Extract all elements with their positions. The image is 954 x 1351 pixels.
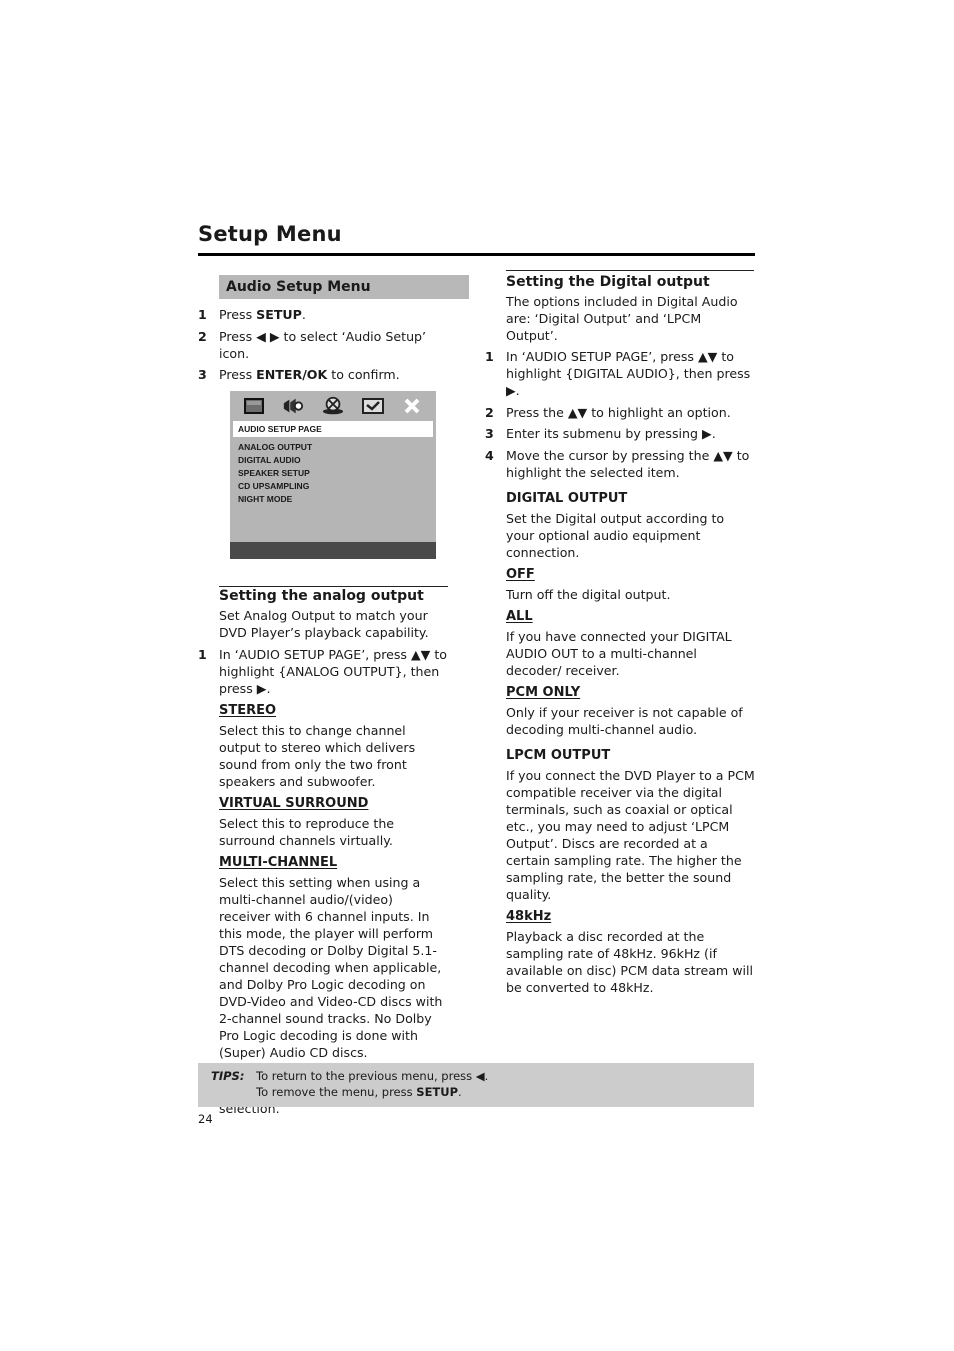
digital-heading: Setting the Digital output [506, 274, 710, 290]
analog-heading: Setting the analog output [219, 588, 424, 604]
preference-icon [361, 397, 384, 415]
step-item: 1 In ‘AUDIO SETUP PAGE’, press ▲▼ to hig… [485, 348, 755, 399]
option-desc: Select this to reproduce the surround ch… [219, 816, 395, 848]
audio-setup-heading: Audio Setup Menu [219, 275, 469, 299]
osd-page-label: AUDIO SETUP PAGE [233, 421, 433, 437]
option-heading-virtual-surround: VIRTUAL SURROUND [219, 796, 369, 811]
step-item: 4 Move the cursor by pressing the ▲▼ to … [485, 447, 755, 481]
step-text: Enter its submenu by pressing ▶. [506, 426, 716, 441]
step-text-part: to confirm. [327, 367, 400, 382]
speakers-icon [282, 397, 304, 415]
step-text: Press ◀ ▶ to select ‘Audio Setup’ icon. [219, 328, 427, 361]
option-desc: Playback a disc recorded at the sampling… [506, 928, 753, 995]
step-number: 2 [485, 404, 494, 420]
section-divider [506, 270, 754, 271]
tip-text-part: . [458, 1085, 462, 1099]
exit-x-icon [401, 397, 423, 415]
option-heading-off: OFF [506, 566, 535, 582]
step-text: Press ENTER/OK to confirm. [219, 366, 448, 383]
step-number: 2 [198, 328, 207, 344]
option-heading-stereo: STEREO [219, 703, 277, 718]
osd-menu-item: CD UPSAMPLING [238, 481, 310, 491]
option-heading-48khz: 48kHz [506, 908, 552, 924]
lpcm-output-desc: If you connect the DVD Player to a PCM c… [506, 767, 755, 902]
osd-menu-item: NIGHT MODE [238, 494, 293, 504]
osd-status-bar [230, 542, 436, 559]
step-number: 1 [198, 647, 207, 662]
lpcm-output-heading: LPCM OUTPUT [506, 747, 611, 763]
step-item: 3 Press ENTER/OK to confirm. [198, 366, 448, 383]
step-text: Move the cursor by pressing the ▲▼ to hi… [506, 447, 750, 480]
step-item: 3 Enter its submenu by pressing ▶. [485, 425, 755, 442]
step-text-part: Press [219, 307, 257, 322]
option-desc: If you have connected your DIGITAL AUDIO… [506, 628, 732, 678]
osd-icon-bar [230, 391, 436, 421]
digital-output-desc: Set the Digital output according to your… [506, 510, 725, 560]
step-number: 3 [198, 367, 207, 382]
option-heading-pcm-only: PCM ONLY [506, 684, 581, 700]
title-divider [198, 253, 755, 256]
tips-content: To return to the previous menu, press ◀.… [256, 1068, 488, 1100]
page-number: 24 [198, 1112, 213, 1126]
osd-menu-item: DIGITAL AUDIO [238, 455, 301, 465]
osd-menu-list: ANALOG OUTPUT DIGITAL AUDIO SPEAKER SETU… [238, 441, 312, 506]
option-heading-multi-channel: MULTI-CHANNEL [219, 855, 338, 870]
digital-output-heading: DIGITAL OUTPUT [506, 490, 628, 506]
left-column: Audio Setup Menu 1 Press SETUP. 2 Press … [198, 275, 469, 1122]
option-heading-all: ALL [506, 608, 533, 624]
key-label: SETUP [256, 307, 302, 322]
option-desc: Select this to change channel output to … [219, 723, 416, 789]
step-text: Press the ▲▼ to highlight an option. [506, 404, 731, 420]
osd-menu-item: ANALOG OUTPUT [238, 442, 313, 452]
step-text-part: . [301, 307, 306, 322]
step-text: Press SETUP. [219, 306, 448, 323]
key-label: SETUP [416, 1085, 459, 1099]
right-column: Setting the Digital output The options i… [485, 270, 755, 1000]
step-number: 4 [485, 447, 494, 463]
tip-text-part: To remove the menu, press [256, 1085, 417, 1099]
osd-menu-item: SPEAKER SETUP [238, 468, 310, 478]
tips-label: TIPS: [211, 1069, 245, 1083]
step-item: 2 Press the ▲▼ to highlight an option. [485, 404, 755, 421]
option-desc: Turn off the digital output. [506, 586, 671, 602]
step-item: 1 Press SETUP. [198, 306, 448, 323]
osd-screenshot: AUDIO SETUP PAGE ANALOG OUTPUT DIGITAL A… [230, 391, 436, 559]
step-item: 1 In ‘AUDIO SETUP PAGE’, press ▲▼ to hig… [198, 646, 448, 697]
key-label: ENTER/OK [256, 367, 328, 382]
option-desc: Select this setting when using a multi-c… [219, 875, 443, 1060]
step-number: 1 [485, 349, 494, 364]
step-number: 3 [485, 426, 494, 441]
option-desc: Only if your receiver is not capable of … [506, 704, 743, 737]
tip-line: To return to the previous menu, press ◀. [256, 1069, 489, 1083]
step-text: In ‘AUDIO SETUP PAGE’, press ▲▼ to highl… [506, 349, 751, 398]
tip-line: To remove the menu, press SETUP. [256, 1084, 488, 1100]
disc-icon [322, 396, 344, 415]
tips-box: TIPS: To return to the previous menu, pr… [198, 1063, 754, 1107]
step-number: 1 [198, 307, 207, 322]
step-text: In ‘AUDIO SETUP PAGE’, press ▲▼ to highl… [219, 647, 448, 696]
step-text-part: Press [219, 367, 257, 382]
analog-intro: Set Analog Output to match your DVD Play… [219, 608, 429, 640]
step-item: 2 Press ◀ ▶ to select ‘Audio Setup’ icon… [198, 328, 448, 362]
tv-screen-icon [243, 397, 265, 415]
page-title: Setup Menu [198, 222, 342, 246]
digital-intro: The options included in Digital Audio ar… [506, 294, 738, 343]
